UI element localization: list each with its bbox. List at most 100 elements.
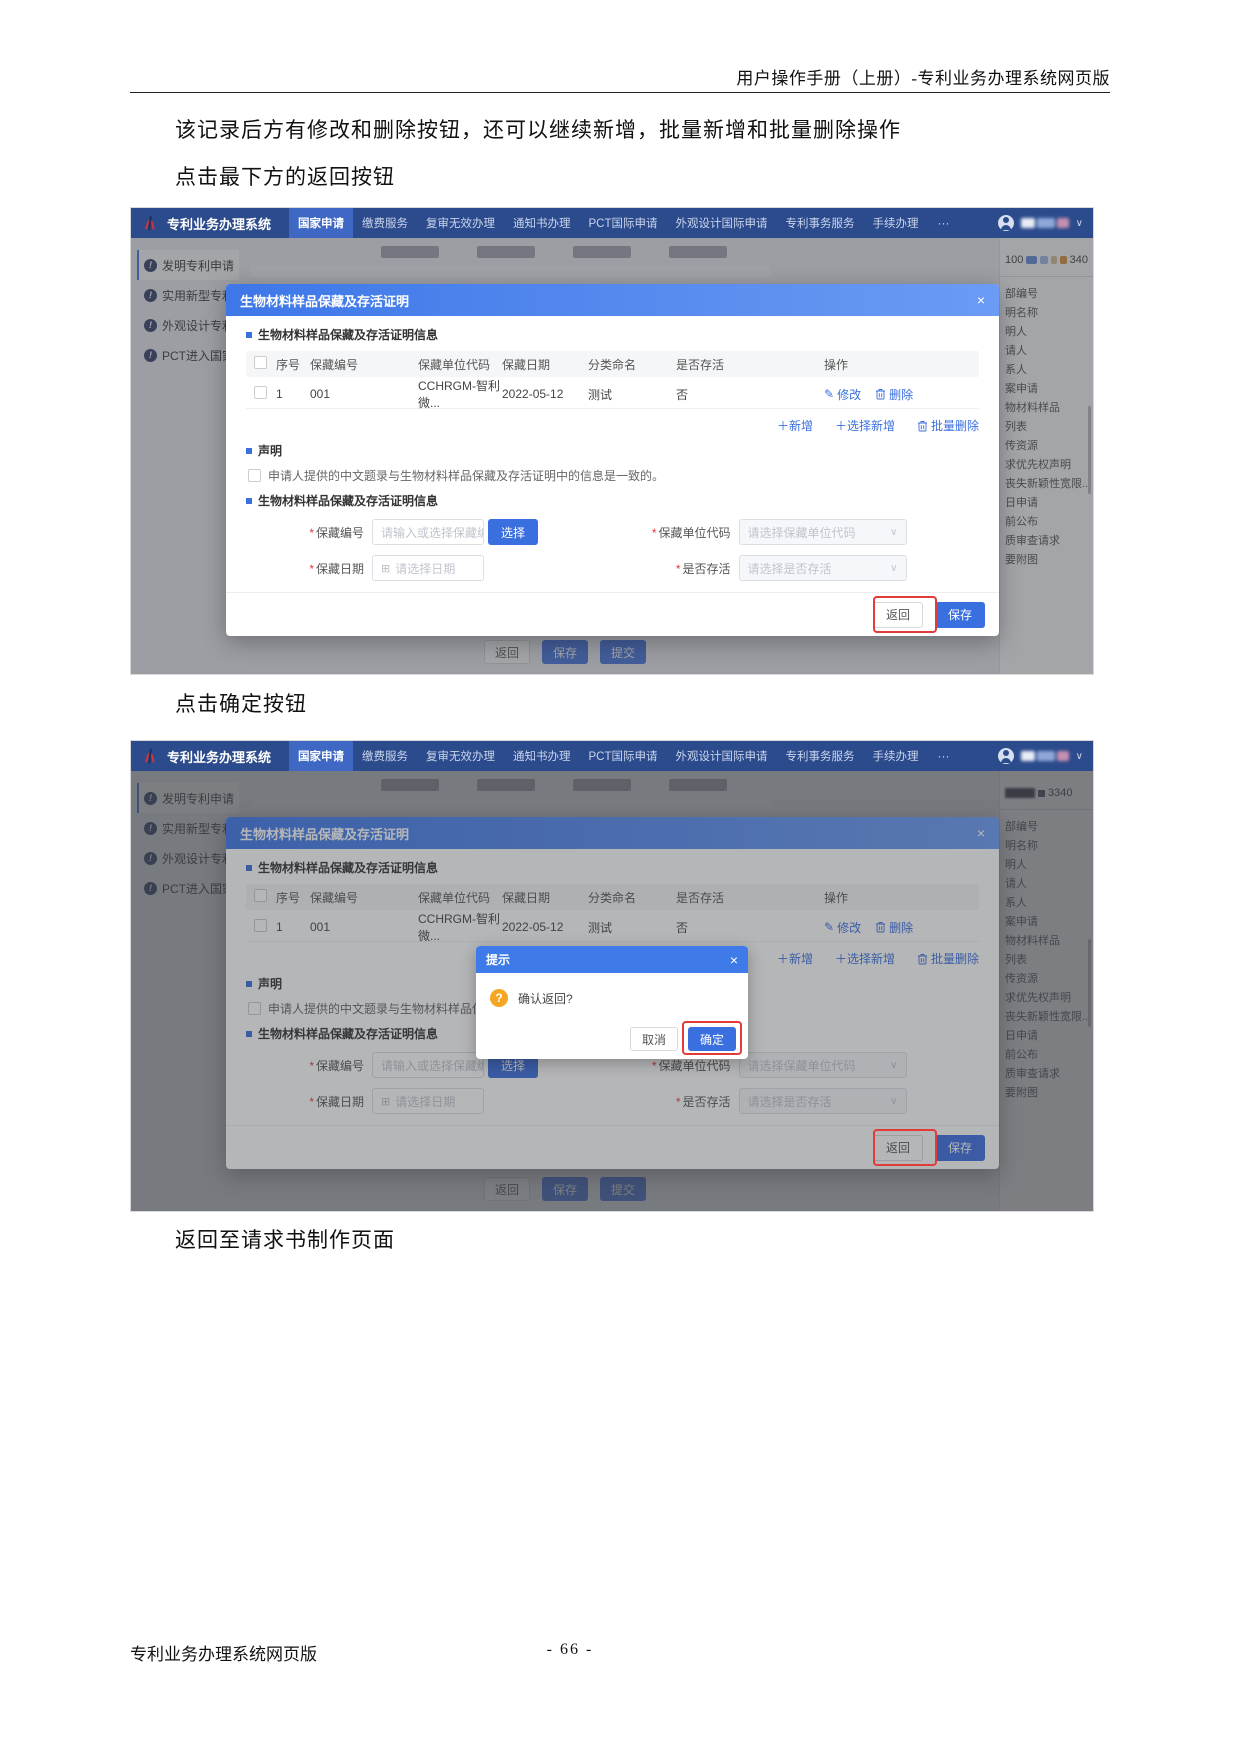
trash-icon bbox=[875, 388, 886, 400]
page-content: !发明专利申请!实用新型专利!外观设计专利!PCT进入国家 100 340 33… bbox=[131, 771, 1093, 1211]
nav-more-button[interactable]: ··· bbox=[938, 749, 950, 763]
nav-item[interactable]: 缴费服务 bbox=[353, 208, 417, 238]
close-icon[interactable]: × bbox=[977, 293, 985, 307]
dialog-title: 提示 bbox=[486, 951, 510, 968]
table-header-cell: 分类命名 bbox=[588, 356, 676, 373]
section-title: 生物材料样品保藏及存活证明信息 bbox=[246, 492, 979, 509]
nav-item[interactable]: 通知书办理 bbox=[504, 741, 580, 771]
nav-item[interactable]: 通知书办理 bbox=[504, 208, 580, 238]
table-header-row: 序号保藏编号保藏单位代码保藏日期分类命名是否存活操作 bbox=[246, 351, 979, 377]
nav-item[interactable]: 复审无效办理 bbox=[417, 208, 504, 238]
calendar-icon: ⊞ bbox=[381, 562, 390, 575]
chevron-down-icon: ∨ bbox=[890, 527, 897, 538]
confirm-button[interactable]: 确定 bbox=[688, 1027, 736, 1051]
modal-body: 生物材料样品保藏及存活证明信息 序号保藏编号保藏单位代码保藏日期分类命名是否存活… bbox=[226, 316, 999, 592]
cell-seq: 1 bbox=[276, 387, 310, 401]
table-header-cell: 保藏日期 bbox=[502, 356, 588, 373]
nav-item[interactable]: PCT国际申请 bbox=[580, 741, 667, 771]
user-name-redacted bbox=[1021, 751, 1069, 761]
modal-back-button[interactable]: 返回 bbox=[873, 602, 923, 628]
modal-form: *保藏编号 请输入或选择保藏编 选择 *保藏单位代码 请选择保藏单位代码∨ bbox=[246, 519, 979, 581]
app-screenshot: 专利业务办理系统 国家申请缴费服务复审无效办理通知书办理PCT国际申请外观设计国… bbox=[131, 208, 1093, 674]
body-text: 点击最下方的返回按钮 bbox=[175, 161, 395, 191]
bio-material-modal: 生物材料样品保藏及存活证明 × 生物材料样品保藏及存活证明信息 序号保藏编号保藏… bbox=[226, 284, 999, 636]
main-nav: 国家申请缴费服务复审无效办理通知书办理PCT国际申请外观设计国际申请专利事务服务… bbox=[289, 208, 928, 238]
confirm-dialog: 提示 × ? 确认返回? 取消 确定 bbox=[476, 946, 748, 1059]
modal-title: 生物材料样品保藏及存活证明 bbox=[240, 291, 409, 310]
select-all-checkbox[interactable] bbox=[254, 356, 267, 369]
nav-item[interactable]: 国家申请 bbox=[289, 741, 353, 771]
dialog-header: 提示 × bbox=[476, 946, 748, 973]
cell-code: 001 bbox=[310, 387, 418, 401]
row-checkbox[interactable] bbox=[254, 386, 267, 399]
cell-unit: CCHRGM-智利微... bbox=[418, 377, 502, 411]
modal-save-button[interactable]: 保存 bbox=[935, 602, 985, 628]
top-navbar: 专利业务办理系统 国家申请缴费服务复审无效办理通知书办理PCT国际申请外观设计国… bbox=[131, 208, 1093, 238]
nav-more-button[interactable]: ··· bbox=[938, 216, 950, 230]
field-label: 是否存活 bbox=[682, 562, 730, 576]
dialog-body: ? 确认返回? bbox=[476, 973, 748, 1019]
required-mark: * bbox=[676, 562, 681, 576]
table-header-cell: 保藏单位代码 bbox=[418, 356, 502, 373]
document-header: 用户操作手册（上册）-专利业务办理系统网页版 bbox=[130, 64, 1110, 89]
nav-item[interactable]: 外观设计国际申请 bbox=[667, 208, 777, 238]
table-header-cell: 序号 bbox=[276, 356, 310, 373]
app-logo-icon bbox=[141, 746, 159, 766]
user-avatar-icon[interactable] bbox=[998, 748, 1014, 764]
section-title: 声明 bbox=[246, 442, 979, 459]
nav-item[interactable]: 缴费服务 bbox=[353, 741, 417, 771]
preservation-code-input[interactable]: 请输入或选择保藏编 bbox=[372, 519, 484, 545]
delete-link[interactable]: 删除 bbox=[875, 386, 913, 403]
table-header-cell: 是否存活 bbox=[676, 356, 824, 373]
nav-item[interactable]: 专利事务服务 bbox=[777, 208, 864, 238]
edit-link[interactable]: ✎修改 bbox=[824, 386, 861, 403]
required-mark: * bbox=[652, 526, 657, 540]
manual-page: 用户操作手册（上册）-专利业务办理系统网页版 该记录后方有修改和删除按钮，还可以… bbox=[0, 0, 1240, 1754]
user-avatar-icon[interactable] bbox=[998, 215, 1014, 231]
nav-item[interactable]: 手续办理 bbox=[864, 741, 928, 771]
declaration-checkbox[interactable] bbox=[248, 469, 261, 482]
edit-icon: ✎ bbox=[824, 387, 834, 401]
nav-item[interactable]: PCT国际申请 bbox=[580, 208, 667, 238]
nav-item[interactable]: 手续办理 bbox=[864, 208, 928, 238]
section-marker-icon bbox=[246, 448, 252, 454]
add-select-button[interactable]: ＋选择新增 bbox=[835, 417, 895, 434]
unit-code-select[interactable]: 请选择保藏单位代码∨ bbox=[739, 519, 907, 545]
close-icon[interactable]: × bbox=[730, 953, 738, 967]
modal-footer: 返回 保存 bbox=[226, 592, 999, 636]
user-area: ∨ bbox=[998, 215, 1083, 231]
chevron-down-icon: ∨ bbox=[890, 563, 897, 574]
field-label: 保藏日期 bbox=[316, 562, 364, 576]
nav-item[interactable]: 复审无效办理 bbox=[417, 741, 504, 771]
top-navbar: 专利业务办理系统 国家申请缴费服务复审无效办理通知书办理PCT国际申请外观设计国… bbox=[131, 741, 1093, 771]
nav-item[interactable]: 外观设计国际申请 bbox=[667, 741, 777, 771]
cell-alive: 否 bbox=[676, 386, 824, 403]
chevron-down-icon[interactable]: ∨ bbox=[1076, 751, 1083, 762]
table-actions: ＋新增 ＋选择新增 批量删除 bbox=[246, 417, 979, 434]
app-title: 专利业务办理系统 bbox=[167, 214, 271, 233]
nav-item[interactable]: 专利事务服务 bbox=[777, 741, 864, 771]
cell-date: 2022-05-12 bbox=[502, 387, 588, 401]
dialog-message: 确认返回? bbox=[518, 990, 573, 1007]
section-marker-icon bbox=[246, 498, 252, 504]
field-label: 保藏单位代码 bbox=[658, 526, 730, 540]
modal-header: 生物材料样品保藏及存活证明 × bbox=[226, 284, 999, 316]
required-mark: * bbox=[309, 526, 314, 540]
preservation-date-input[interactable]: ⊞请选择日期 bbox=[372, 555, 484, 581]
alive-select[interactable]: 请选择是否存活∨ bbox=[739, 555, 907, 581]
choose-button[interactable]: 选择 bbox=[488, 519, 538, 545]
chevron-down-icon[interactable]: ∨ bbox=[1076, 218, 1083, 229]
screenshot-2: 专利业务办理系统 国家申请缴费服务复审无效办理通知书办理PCT国际申请外观设计国… bbox=[130, 740, 1094, 1212]
page-number: - 66 - bbox=[0, 1641, 1140, 1659]
section-title: 生物材料样品保藏及存活证明信息 bbox=[246, 326, 979, 343]
batch-delete-button[interactable]: 批量删除 bbox=[917, 417, 979, 434]
nav-item[interactable]: 国家申请 bbox=[289, 208, 353, 238]
add-button[interactable]: ＋新增 bbox=[777, 417, 813, 434]
cancel-button[interactable]: 取消 bbox=[630, 1027, 678, 1051]
dialog-footer: 取消 确定 bbox=[476, 1019, 748, 1059]
required-mark: * bbox=[309, 562, 314, 576]
question-icon: ? bbox=[490, 989, 508, 1007]
app-logo-icon bbox=[141, 213, 159, 233]
body-text: 返回至请求书制作页面 bbox=[175, 1224, 395, 1254]
body-text: 点击确定按钮 bbox=[175, 688, 307, 718]
